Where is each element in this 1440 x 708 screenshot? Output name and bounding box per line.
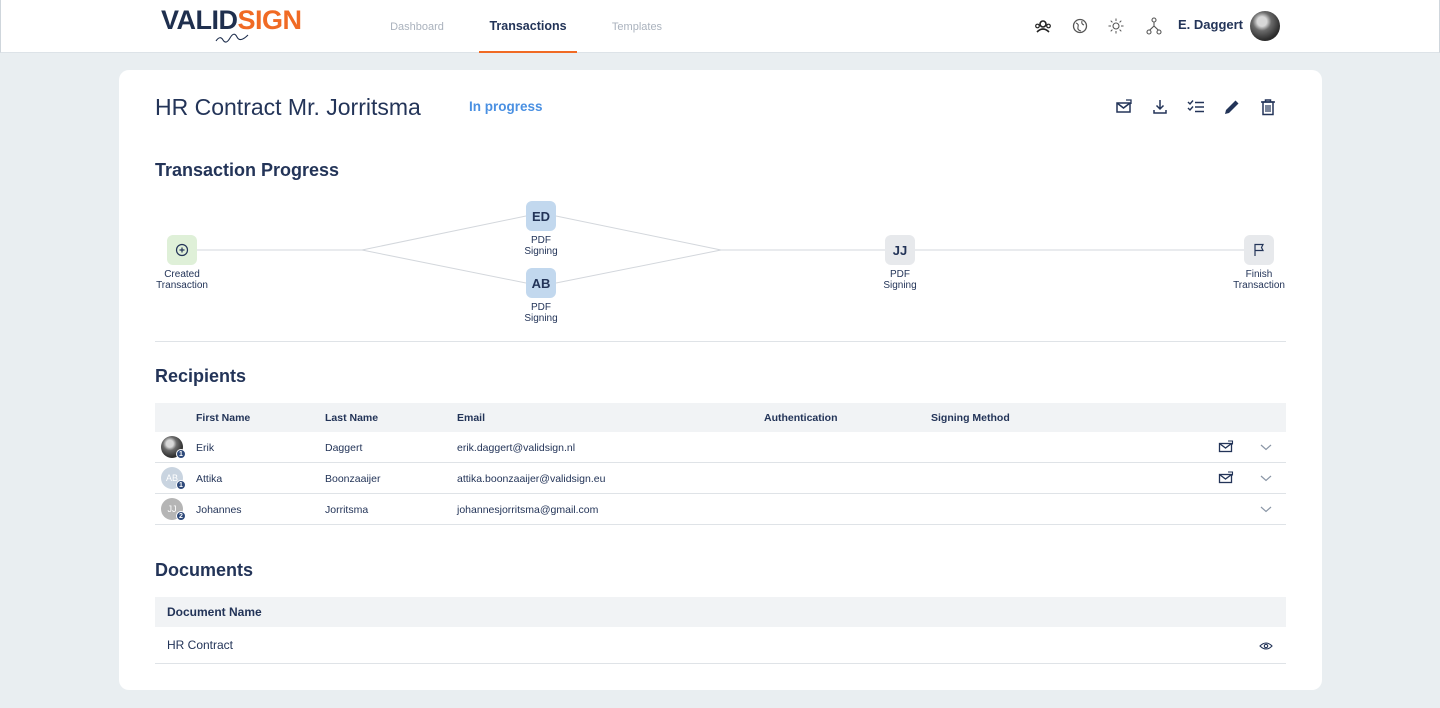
chevron-down-icon[interactable] — [1258, 439, 1274, 455]
progress-node-ab[interactable]: AB — [526, 268, 556, 298]
user-avatar[interactable] — [1250, 11, 1280, 41]
transaction-progress-heading: Transaction Progress — [155, 160, 340, 180]
table-row[interactable]: AB 1 Attika Boonzaaijer attika.boonzaaij… — [155, 463, 1286, 494]
progress-node-ed[interactable]: ED — [526, 201, 556, 231]
recipient-first-name: Attika — [196, 473, 223, 485]
eye-icon[interactable] — [1258, 638, 1274, 654]
nav-tab-dashboard[interactable]: Dashboard — [384, 0, 450, 53]
column-last-name[interactable]: Last Name — [325, 412, 378, 424]
progress-node-ab-label: PDF Signing — [524, 302, 558, 324]
chevron-down-icon[interactable] — [1258, 470, 1274, 486]
recipients-table-header: First Name Last Name Email Authenticatio… — [155, 403, 1286, 432]
resend-mail-icon[interactable] — [1218, 470, 1234, 486]
trash-icon[interactable] — [1258, 97, 1278, 117]
checklist-icon[interactable] — [1186, 97, 1206, 117]
nav-tab-transactions[interactable]: Transactions — [479, 0, 577, 53]
people-icon[interactable] — [1034, 17, 1052, 35]
section-divider — [155, 341, 1286, 342]
recipient-email: attika.boonzaaijer@validsign.eu — [457, 473, 606, 485]
edit-icon[interactable] — [1222, 97, 1242, 117]
column-authentication[interactable]: Authentication — [764, 412, 838, 424]
recipient-last-name: Jorritsma — [325, 504, 369, 516]
documents-table-header: Document Name — [155, 597, 1286, 627]
recipient-last-name: Boonzaaijer — [325, 473, 381, 485]
logo-text-sign: SIGN — [237, 5, 303, 35]
transaction-card: HR Contract Mr. Jorritsma In progress Tr… — [119, 70, 1322, 690]
progress-node-created[interactable] — [167, 235, 197, 265]
column-signing-method[interactable]: Signing Method — [931, 412, 1010, 424]
status-badge: In progress — [469, 99, 543, 114]
column-document-name[interactable]: Document Name — [167, 605, 262, 619]
signing-order-badge: 1 — [176, 449, 186, 459]
logo-signature-icon — [215, 33, 249, 43]
column-first-name[interactable]: First Name — [196, 412, 250, 424]
resend-mail-icon[interactable] — [1218, 439, 1234, 455]
validsign-logo[interactable]: VALIDSIGN — [161, 5, 302, 36]
recipient-first-name: Erik — [196, 442, 215, 454]
progress-node-finish[interactable] — [1244, 235, 1274, 265]
sun-icon[interactable] — [1107, 17, 1125, 35]
user-name[interactable]: E. Daggert — [1178, 17, 1243, 32]
recipient-first-name: Johannes — [196, 504, 242, 516]
signing-order-badge: 2 — [176, 511, 186, 521]
progress-node-jj-label: PDF Signing — [883, 269, 917, 291]
nav-tab-templates[interactable]: Templates — [606, 0, 668, 53]
resend-mail-icon[interactable] — [1114, 97, 1134, 117]
transaction-progress-flow: Created Transaction ED PDF Signing AB PDF S… — [119, 195, 1322, 335]
globe-icon[interactable] — [1071, 17, 1089, 35]
progress-node-finish-label: Finish Transaction — [1233, 269, 1285, 291]
top-navigation-bar: VALIDSIGN Dashboard Transactions Templat… — [0, 0, 1440, 53]
signing-order-badge: 1 — [176, 480, 186, 490]
document-row[interactable]: HR Contract — [155, 627, 1286, 664]
chevron-down-icon[interactable] — [1258, 501, 1274, 517]
transaction-title: HR Contract Mr. Jorritsma — [155, 94, 421, 120]
table-row[interactable]: JJ 2 Johannes Jorritsma johannesjorritsm… — [155, 494, 1286, 525]
progress-node-jj[interactable]: JJ — [885, 235, 915, 265]
download-icon[interactable] — [1150, 97, 1170, 117]
documents-heading: Documents — [155, 560, 254, 580]
progress-connector-lines — [196, 215, 1244, 284]
plus-circle-icon — [175, 243, 189, 257]
document-name: HR Contract — [167, 638, 234, 652]
recipients-heading: Recipients — [155, 366, 247, 386]
recipient-last-name: Daggert — [325, 442, 363, 454]
column-email[interactable]: Email — [457, 412, 485, 424]
table-row[interactable]: 1 Erik Daggert erik.daggert@validsign.nl — [155, 432, 1286, 463]
flag-icon — [1254, 243, 1264, 256]
recipient-email: erik.daggert@validsign.nl — [457, 442, 576, 454]
recipient-email: johannesjorritsma@gmail.com — [457, 504, 599, 516]
progress-node-ed-label: PDF Signing — [524, 235, 558, 257]
logo-text-valid: VALID — [161, 5, 238, 35]
progress-node-created-label: Created Transaction — [156, 269, 208, 291]
org-chart-icon[interactable] — [1145, 17, 1163, 35]
